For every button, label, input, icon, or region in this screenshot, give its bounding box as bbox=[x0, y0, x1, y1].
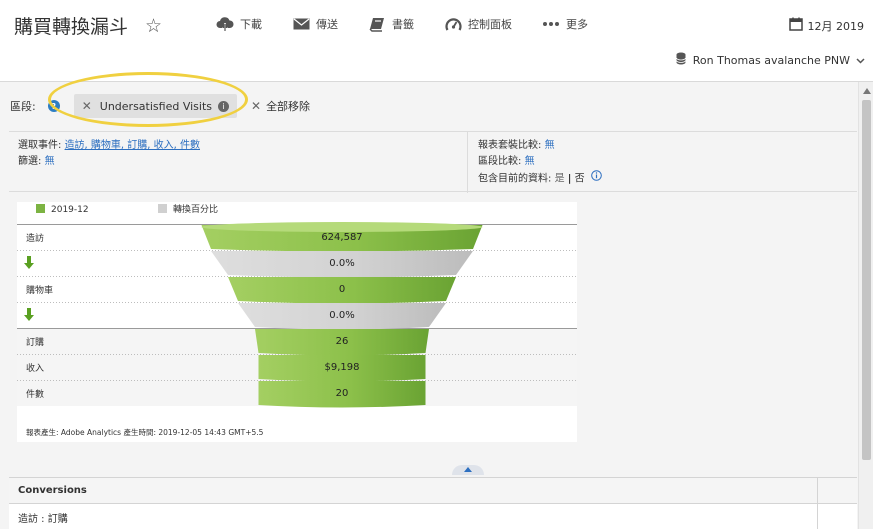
report-settings-panel: 選取事件: 造訪, 購物車, 訂購, 收入, 件數 篩選: 無 報表套裝比較: … bbox=[9, 131, 857, 193]
report-settings-left: 選取事件: 造訪, 購物車, 訂購, 收入, 件數 篩選: 無 bbox=[18, 138, 200, 170]
remove-all-label: 全部移除 bbox=[266, 100, 311, 113]
funnel-row-label: 造訪 bbox=[26, 232, 44, 244]
include-yes-option[interactable]: 是 bbox=[555, 174, 565, 185]
report-settings-right: 報表套裝比較: 無 區段比較: 無 包含目前的資料: 是 | 否 bbox=[478, 138, 602, 188]
report-suite-selector[interactable]: Ron Thomas avalanche PNW bbox=[675, 52, 865, 68]
funnel-row-label: 購物車 bbox=[26, 284, 53, 296]
close-icon: ✕ bbox=[251, 99, 262, 113]
include-current-label: 包含目前的資料: bbox=[478, 173, 552, 185]
conversions-header-label: Conversions bbox=[18, 485, 87, 496]
highlight-ellipse bbox=[48, 72, 248, 127]
more-label: 更多 bbox=[566, 18, 588, 31]
funnel-segment-value: 26 bbox=[336, 336, 349, 347]
download-button[interactable]: 下載 bbox=[216, 16, 262, 32]
remove-all-button[interactable]: ✕ 全部移除 bbox=[251, 98, 310, 114]
dashboard-gauge-icon bbox=[444, 16, 462, 32]
segment-label: 區段: bbox=[10, 100, 36, 113]
more-button[interactable]: 更多 bbox=[542, 16, 588, 32]
date-range-label: 12月 2019 bbox=[807, 19, 865, 33]
green-down-arrow-icon bbox=[24, 308, 34, 321]
segment-compare-label: 區段比較: bbox=[478, 156, 522, 167]
funnel-row-label: 收入 bbox=[26, 362, 44, 374]
table-row[interactable]: 造訪 : 訂購 bbox=[9, 504, 857, 529]
toolbar: 下載 傳送 書籤 控制面板 更多 bbox=[216, 16, 618, 32]
funnel-segment-value: 624,587 bbox=[321, 232, 362, 243]
conversion-row-label: 造訪 : 訂購 bbox=[18, 513, 68, 525]
report-suite-name: Ron Thomas avalanche PNW bbox=[692, 53, 850, 67]
report-content: 區段: ? ✕ Undersatisfied Visits i ✕ 全部移除 選… bbox=[0, 82, 858, 529]
funnel-chart-svg: 2019-12 轉換百分比造訪 624,587 0.0% 購物車 0 0.0% 訂購 26 收入 $… bbox=[17, 203, 577, 437]
vertical-scrollbar[interactable] bbox=[858, 82, 873, 529]
funnel-segment-value: 0 bbox=[339, 284, 345, 295]
database-icon bbox=[675, 52, 686, 68]
events-label: 選取事件: bbox=[18, 140, 62, 151]
include-separator: | bbox=[567, 173, 572, 185]
calendar-icon bbox=[788, 17, 803, 34]
chevron-down-icon bbox=[856, 54, 865, 67]
legend-label: 轉換百分比 bbox=[173, 203, 218, 215]
funnel-segment-value: 20 bbox=[336, 388, 349, 399]
dashboard-button[interactable]: 控制面板 bbox=[444, 16, 512, 32]
envelope-icon bbox=[292, 16, 310, 32]
funnel-segment-value: 0.0% bbox=[329, 310, 354, 321]
report-footer-text: 報表產生: Adobe Analytics 產生時間: 2019-12-05 1… bbox=[26, 427, 264, 437]
legend-swatch bbox=[158, 204, 167, 213]
bookmark-button[interactable]: 書籤 bbox=[368, 16, 414, 32]
bookmark-label: 書籤 bbox=[392, 18, 414, 31]
caret-up-icon bbox=[464, 467, 472, 472]
info-circle-icon[interactable] bbox=[590, 170, 602, 187]
funnel-segment-value: $9,198 bbox=[325, 362, 360, 373]
funnel-segment-value: 0.0% bbox=[329, 258, 354, 269]
favorite-star-icon[interactable]: ☆ bbox=[145, 15, 162, 37]
suite-compare-value[interactable]: 無 bbox=[545, 140, 555, 151]
more-dots-icon bbox=[542, 16, 560, 32]
download-label: 下載 bbox=[240, 18, 262, 31]
filter-value[interactable]: 無 bbox=[45, 156, 55, 167]
segment-compare-value[interactable]: 無 bbox=[525, 156, 535, 167]
scroll-thumb[interactable] bbox=[862, 100, 871, 460]
funnel-row-label: 訂購 bbox=[26, 336, 44, 348]
events-link[interactable]: 造訪, 購物車, 訂購, 收入, 件數 bbox=[65, 140, 200, 151]
collapse-toggle-button[interactable] bbox=[452, 465, 484, 475]
bookmark-icon bbox=[368, 16, 386, 32]
scroll-up-arrow-icon[interactable] bbox=[863, 88, 871, 94]
suite-compare-label: 報表套裝比較: bbox=[478, 140, 542, 151]
date-range-picker[interactable]: 12月 2019 bbox=[788, 17, 865, 34]
funnel-row-label: 件數 bbox=[26, 388, 44, 400]
green-down-arrow-icon bbox=[24, 256, 34, 269]
dashboard-label: 控制面板 bbox=[468, 18, 512, 31]
send-button[interactable]: 傳送 bbox=[292, 16, 338, 32]
cloud-download-icon bbox=[216, 16, 234, 32]
funnel-top-rim bbox=[201, 222, 483, 232]
funnel-chart: 2019-12 轉換百分比造訪 624,587 0.0% 購物車 0 0.0% 訂購 26 收入 $… bbox=[17, 202, 577, 442]
page-title: 購買轉換漏斗 bbox=[14, 16, 129, 38]
report-header: 購買轉換漏斗 ☆ 下載 傳送 書籤 控制面板 更多 12月 2019 Ron T… bbox=[0, 0, 873, 82]
send-label: 傳送 bbox=[316, 18, 338, 31]
legend-label: 2019-12 bbox=[51, 205, 89, 215]
filter-label: 篩選: bbox=[18, 156, 42, 167]
conversions-header: Conversions bbox=[9, 478, 857, 504]
panel-divider bbox=[467, 132, 468, 193]
column-divider bbox=[817, 478, 818, 529]
include-no-option[interactable]: 否 bbox=[575, 174, 585, 185]
conversions-table: Conversions 造訪 : 訂購 bbox=[9, 477, 857, 529]
legend-swatch bbox=[36, 204, 45, 213]
